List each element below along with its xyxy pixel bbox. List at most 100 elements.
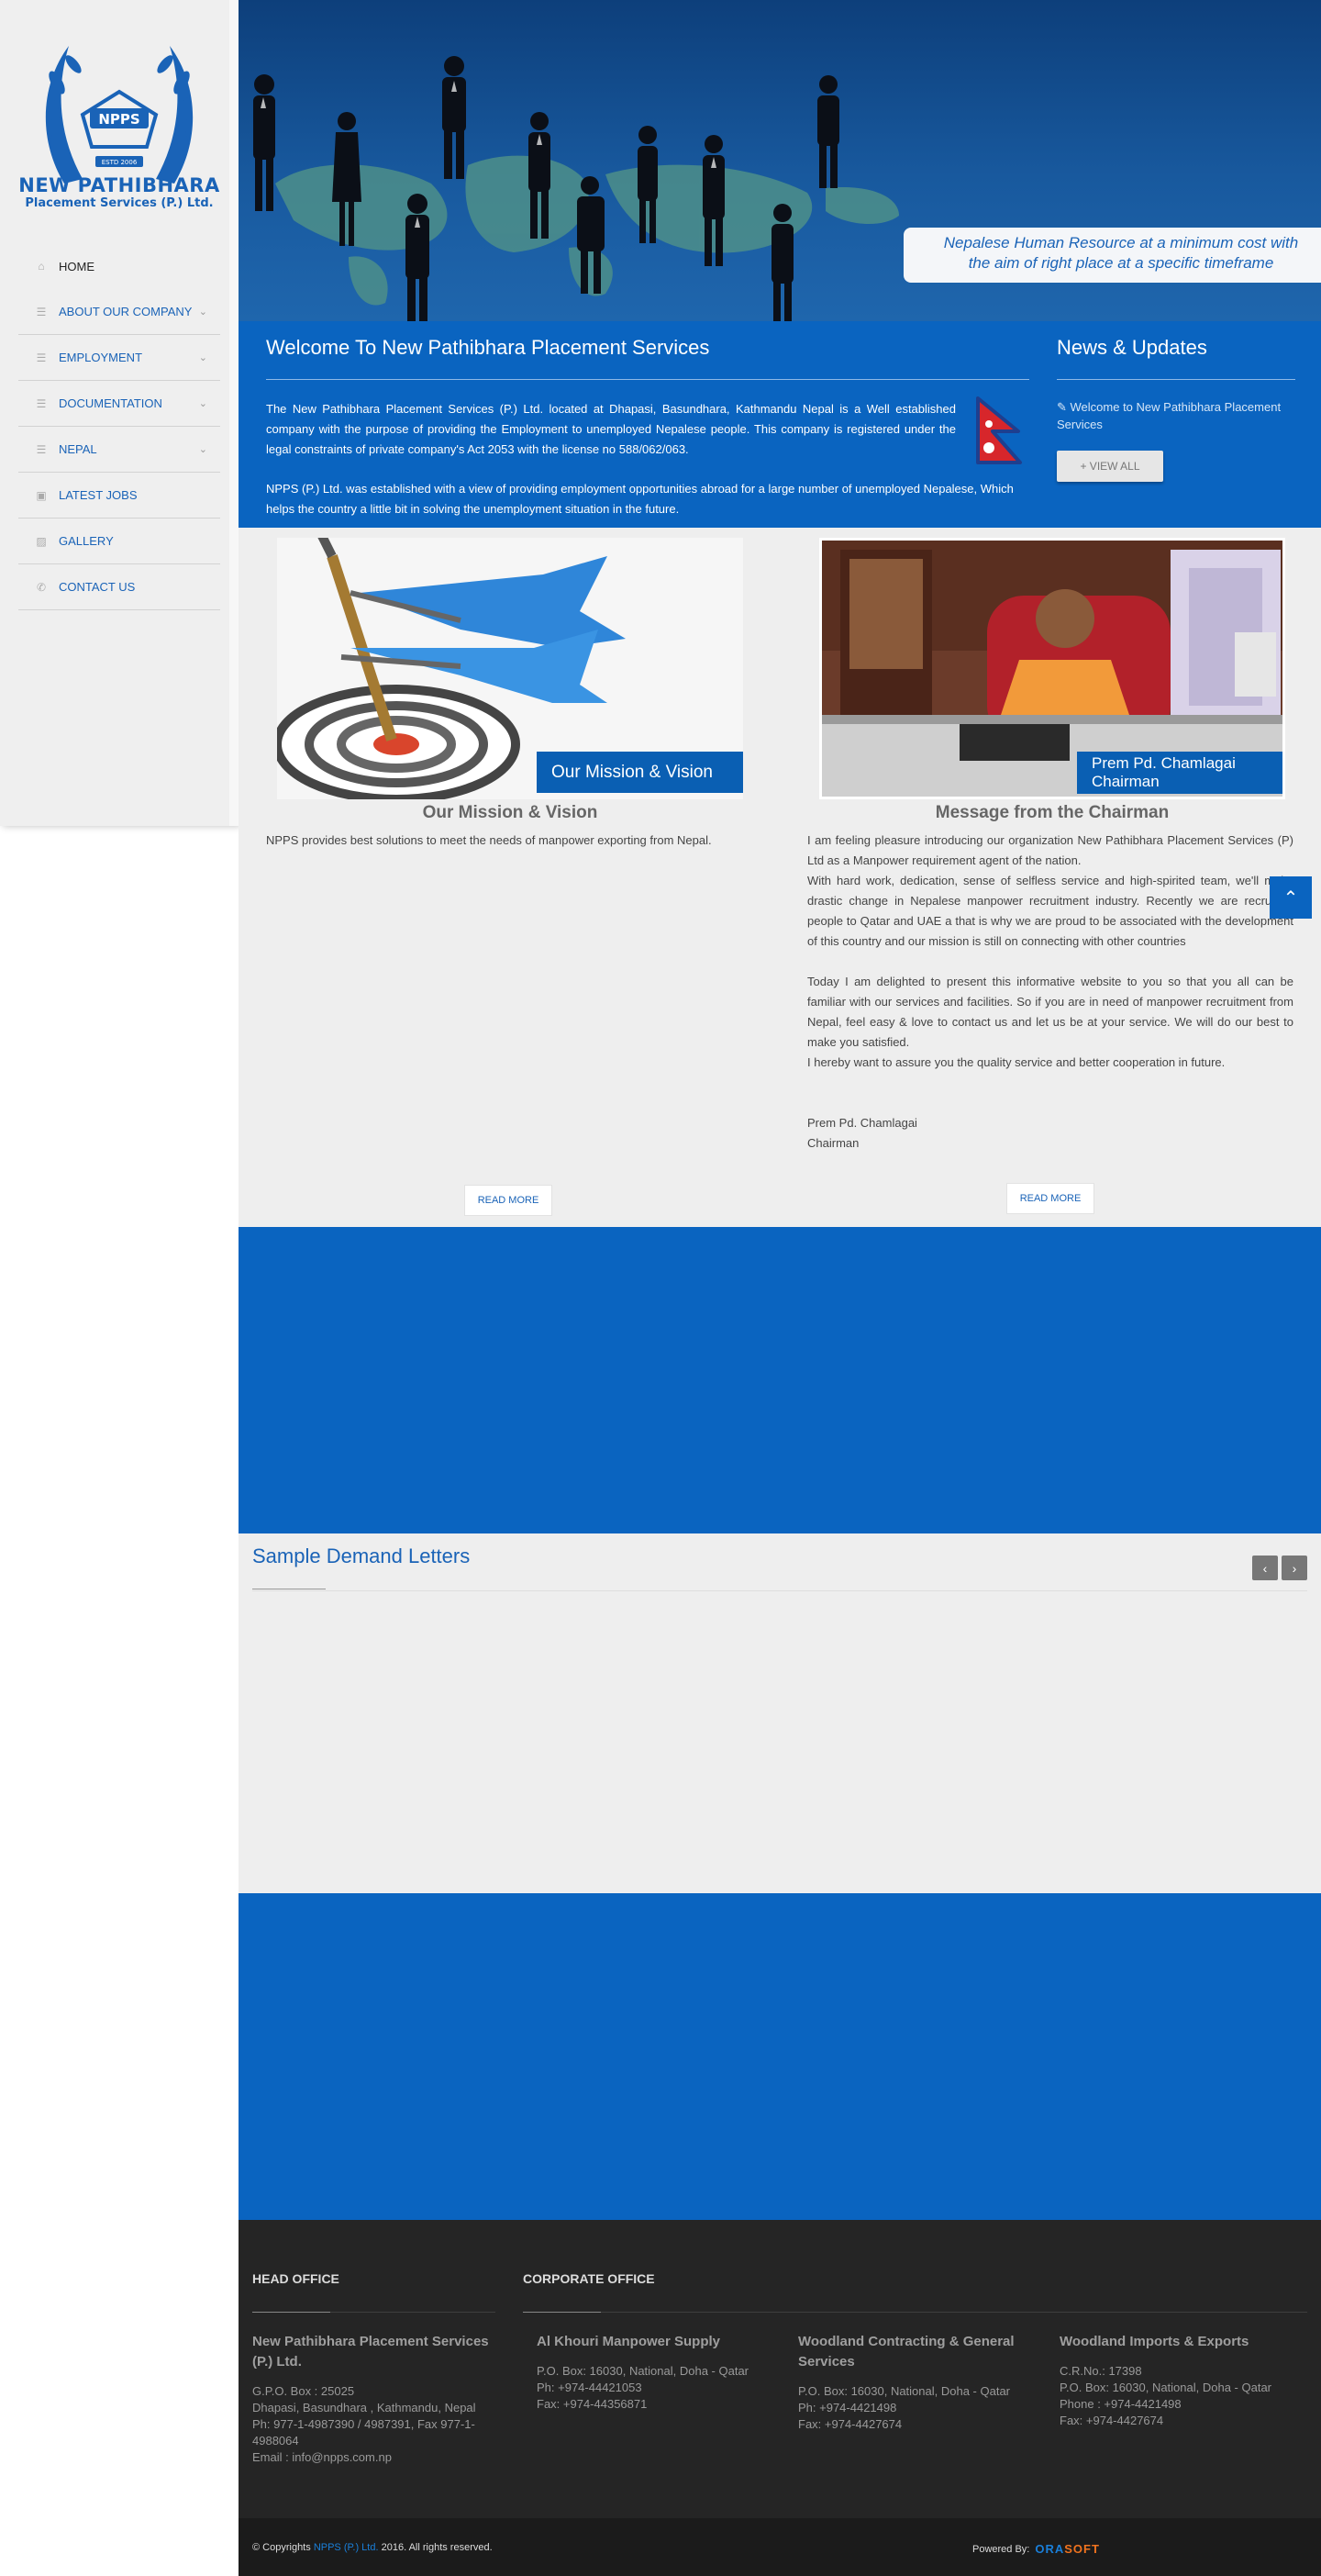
corporate-1-line: Fax: +974-44356871: [537, 2397, 648, 2411]
tagline-line-1: Nepalese Human Resource at a minimum cos…: [943, 234, 1299, 251]
corporate-1-name: Al Khouri Manpower Supply: [537, 2334, 721, 2349]
view-all-button[interactable]: + VIEW ALL: [1057, 451, 1163, 482]
demand-letters-title: Sample Demand Letters: [252, 1544, 471, 1567]
carousel-next-button[interactable]: ›: [1282, 1556, 1307, 1580]
corporate-3-name: Woodland Imports & Exports: [1060, 2334, 1249, 2349]
site-footer: HEAD OFFICE CORPORATE OFFICE New Pathibh…: [239, 2220, 1321, 2518]
svg-text:ESTD 2006: ESTD 2006: [102, 159, 138, 166]
powered-by: Powered By: ORASOFT: [972, 2542, 1100, 2556]
nav-item-latest-jobs[interactable]: ▣ LATEST JOBS: [18, 473, 220, 519]
sidebar: NPPS ESTD 2006 NEW PATHIBHARA Placement …: [0, 0, 239, 826]
chevron-up-icon: ⌃: [1282, 887, 1299, 909]
chairman-photo: Prem Pd. Chamlagai Chairman: [819, 538, 1285, 799]
nav-item-employment[interactable]: ☰ EMPLOYMENT ⌄: [18, 335, 220, 381]
welcome-title: Welcome To New Pathibhara Placement Serv…: [266, 336, 710, 359]
corporate-office-1: Al Khouri Manpower Supply P.O. Box: 1603…: [537, 2332, 784, 2413]
corporate-2-line: P.O. Box: 16030, National, Doha - Qatar: [798, 2384, 1011, 2398]
corporate-office-title: CORPORATE OFFICE: [523, 2271, 655, 2286]
corporate-office-3: Woodland Imports & Exports C.R.No.: 1739…: [1060, 2332, 1307, 2429]
corporate-2-line: Fax: +974-4427674: [798, 2417, 903, 2431]
mission-read-more-button[interactable]: READ MORE: [464, 1185, 552, 1216]
mission-chairman-section: Our Mission & Vision Prem Pd. Chamlagai …: [239, 528, 1321, 1227]
chairman-image-caption: Prem Pd. Chamlagai Chairman: [1077, 752, 1282, 794]
nav-item-nepal[interactable]: ☰ NEPAL ⌄: [18, 427, 220, 473]
briefcase-icon: ▣: [36, 488, 47, 502]
phone-icon: ✆: [36, 580, 47, 594]
chairman-paragraph-2: With hard work, dedication, sense of sel…: [807, 874, 1293, 948]
orasoft-logo[interactable]: ORASOFT: [1035, 2542, 1100, 2556]
orasoft-logo-part1: ORA: [1035, 2542, 1065, 2556]
copyright-company-link[interactable]: NPPS (P.) Ltd.: [314, 2542, 379, 2553]
corporate-2-line: Ph: +974-4421498: [798, 2401, 897, 2414]
powered-by-label: Powered By:: [972, 2543, 1030, 2555]
chairman-paragraph-1: I am feeling pleasure introducing our or…: [807, 833, 1293, 867]
list-icon: ☰: [36, 396, 47, 410]
nav-label: LATEST JOBS: [59, 488, 138, 502]
banner-tagline: Nepalese Human Resource at a minimum cos…: [904, 228, 1321, 283]
news-title: News & Updates: [1057, 336, 1207, 359]
mission-text: NPPS provides best solutions to meet the…: [266, 833, 712, 847]
chairman-signature-name: Prem Pd. Chamlagai: [807, 1116, 917, 1130]
corporate-3-line: Phone : +974-4421498: [1060, 2397, 1182, 2411]
nav-item-documentation[interactable]: ☰ DOCUMENTATION ⌄: [18, 381, 220, 427]
orasoft-logo-part2: SOFT: [1064, 2542, 1100, 2556]
head-office-email[interactable]: Email : info@npps.com.np: [252, 2449, 495, 2466]
pencil-icon: ✎: [1057, 400, 1071, 414]
blue-banner-band: [239, 1227, 1321, 1533]
nav-label: EMPLOYMENT: [59, 351, 143, 364]
nav-label: CONTACT US: [59, 580, 136, 594]
welcome-divider: [266, 379, 1029, 380]
news-item-text: Welcome to New Pathibhara Placement Serv…: [1057, 400, 1282, 431]
copyright-bar: © Copyrights NPPS (P.) Ltd. 2016. All ri…: [239, 2518, 1321, 2576]
nav-label: NEPAL: [59, 442, 97, 456]
chairman-paragraph-3: Today I am delighted to present this inf…: [807, 975, 1293, 1049]
copyright-text: © Copyrights NPPS (P.) Ltd. 2016. All ri…: [252, 2542, 493, 2553]
news-divider: [1057, 379, 1295, 380]
demand-letters-section: Sample Demand Letters ‹ ›: [239, 1533, 1321, 1893]
nav-item-home[interactable]: ⌂ HOME: [18, 243, 220, 289]
corporate-3-line: C.R.No.: 17398: [1060, 2364, 1142, 2378]
corporate-divider-accent: [523, 2312, 601, 2313]
blue-banner-band-2: [239, 1893, 1321, 2220]
nav-item-contact[interactable]: ✆ CONTACT US: [18, 564, 220, 610]
corporate-1-line: P.O. Box: 16030, National, Doha - Qatar: [537, 2364, 749, 2378]
copyright-suffix: 2016. All rights reserved.: [381, 2542, 493, 2553]
hero-banner: Nepalese Human Resource at a minimum cos…: [239, 0, 1321, 321]
nav-item-about[interactable]: ☰ ABOUT OUR COMPANY ⌄: [18, 289, 220, 335]
head-office-line: Dhapasi, Basundhara , Kathmandu, Nepal: [252, 2401, 476, 2414]
welcome-paragraph-1: The New Pathibhara Placement Services (P…: [266, 402, 956, 456]
image-icon: ▨: [36, 534, 47, 548]
corporate-3-line: P.O. Box: 16030, National, Doha - Qatar: [1060, 2381, 1272, 2394]
nav-label: GALLERY: [59, 534, 114, 548]
copyright-prefix: © Copyrights: [252, 2542, 311, 2553]
corporate-divider: [523, 2312, 1307, 2313]
carousel-prev-button[interactable]: ‹: [1252, 1556, 1278, 1580]
chevron-down-icon: ⌄: [198, 307, 207, 318]
chairman-message: I am feeling pleasure introducing our or…: [807, 831, 1293, 1154]
nav-item-gallery[interactable]: ▨ GALLERY: [18, 519, 220, 564]
head-office-title: HEAD OFFICE: [252, 2271, 339, 2286]
corporate-office-2: Woodland Contracting & General Services …: [798, 2332, 1046, 2433]
chevron-down-icon: ⌄: [198, 444, 207, 455]
main-nav: ⌂ HOME ☰ ABOUT OUR COMPANY ⌄ ☰ EMPLOYMEN…: [18, 243, 220, 610]
caption-role: Chairman: [1092, 773, 1160, 790]
head-office-line: Ph: 977-1-4987390 / 4987391, Fax 977-1-4…: [252, 2417, 475, 2448]
logo-title: NEW PATHIBHARA: [18, 174, 220, 196]
demand-divider: [252, 1590, 1307, 1591]
main-content: Nepalese Human Resource at a minimum cos…: [239, 0, 1321, 2576]
nav-label: ABOUT OUR COMPANY: [59, 305, 193, 318]
head-office-divider-accent: [252, 2312, 330, 2313]
tagline-line-2: the aim of right place at a specific tim…: [968, 254, 1274, 272]
caption-name: Prem Pd. Chamlagai: [1092, 754, 1236, 772]
chairman-read-more-button[interactable]: READ MORE: [1006, 1183, 1094, 1214]
chairman-title: Message from the Chairman: [935, 803, 1170, 822]
home-icon: ⌂: [38, 260, 45, 273]
welcome-paragraph-2: NPPS (P.) Ltd. was established with a vi…: [266, 482, 1014, 516]
chevron-down-icon: ⌄: [198, 352, 207, 363]
news-item[interactable]: ✎ Welcome to New Pathibhara Placement Se…: [1057, 398, 1295, 433]
corporate-3-line: Fax: +974-4427674: [1060, 2414, 1164, 2427]
chairman-paragraph-4: I hereby want to assure you the quality …: [807, 1055, 1226, 1069]
scroll-to-top-button[interactable]: ⌃: [1270, 876, 1312, 919]
view-all-label: + VIEW ALL: [1080, 460, 1140, 473]
chairman-signature-title: Chairman: [807, 1136, 860, 1150]
